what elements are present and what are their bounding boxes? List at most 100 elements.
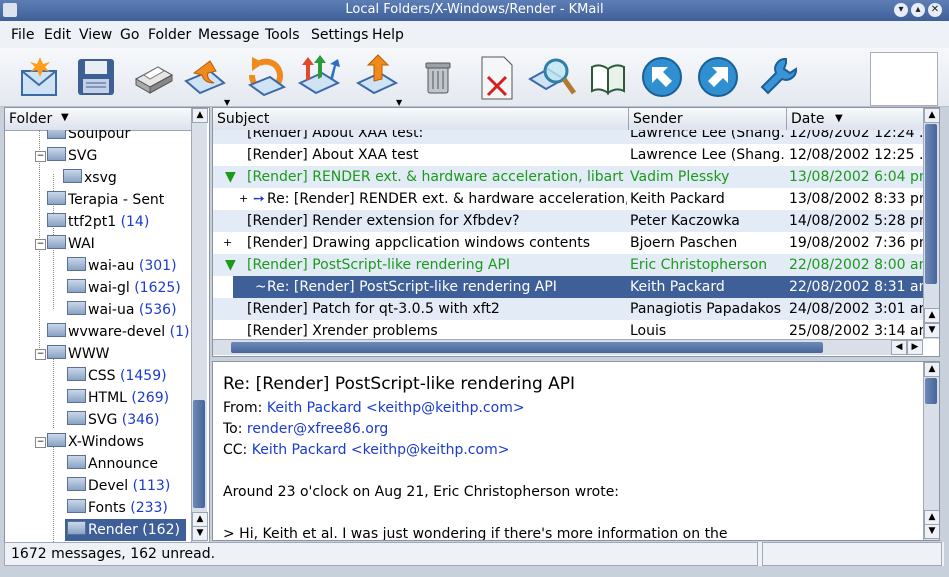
table-row[interactable]: + ➙ Re: [Render] RENDER ext. & hardware … <box>213 188 923 210</box>
cc-label: CC: <box>223 442 248 458</box>
thread-open-icon[interactable]: ▼ <box>225 254 245 276</box>
scroll-up-icon[interactable]: ▲ <box>924 108 939 123</box>
collapse-icon[interactable]: − <box>35 437 46 448</box>
scroll-down-icon[interactable]: ▼ <box>924 323 939 338</box>
scroll-thumb[interactable] <box>925 124 937 284</box>
table-row[interactable]: + [Render] Drawing appclication windows … <box>213 232 923 254</box>
reply-icon[interactable] <box>180 53 228 101</box>
sender-column-header[interactable]: Sender <box>629 108 787 131</box>
folder-item-x-windows[interactable]: X-Windows <box>47 431 144 453</box>
unread-count: (536) <box>138 302 177 318</box>
address-book-icon[interactable] <box>584 53 632 101</box>
close-icon[interactable]: ✕ <box>928 3 942 17</box>
expand-icon[interactable]: + <box>239 188 253 210</box>
date-column-header[interactable]: Date ▼ <box>787 108 924 131</box>
scroll-up-icon[interactable]: ▲ <box>924 362 939 377</box>
collapse-icon[interactable]: − <box>35 151 46 162</box>
table-row-selected[interactable]: ~ Re: [Render] PostScript-like rendering… <box>233 276 923 298</box>
folder-item-svg[interactable]: SVG <box>47 145 97 167</box>
subject-column-header[interactable]: Subject <box>213 108 629 131</box>
table-row[interactable]: [Render] Render extension for Xfbdev? Pe… <box>213 210 923 232</box>
scroll-up-icon[interactable]: ▲ <box>192 108 208 123</box>
scroll-up-icon[interactable]: ▲ <box>192 512 208 527</box>
previous-icon[interactable] <box>638 53 686 101</box>
folder-item-www[interactable]: WWW <box>47 343 110 365</box>
send-dropdown-icon[interactable]: ▼ <box>396 98 402 107</box>
reply-dropdown-icon[interactable]: ▼ <box>224 98 230 107</box>
folder-item-render[interactable]: Render (162) <box>65 519 186 541</box>
next-icon[interactable] <box>694 53 742 101</box>
scroll-thumb[interactable] <box>193 400 205 508</box>
folder-item-wai[interactable]: WAI <box>47 233 95 255</box>
menu-help[interactable]: Help <box>372 27 404 43</box>
scroll-up-icon[interactable]: ▲ <box>924 308 939 323</box>
menu-settings[interactable]: Settings <box>311 27 368 43</box>
scroll-thumb[interactable] <box>231 342 823 353</box>
folder-item-announce[interactable]: Announce <box>67 453 158 475</box>
scroll-down-icon[interactable]: ▼ <box>192 526 208 541</box>
table-row[interactable]: [Render] About XAA test Lawrence Lee (Sh… <box>213 144 923 166</box>
folder-label: CSS <box>88 368 116 384</box>
table-row[interactable]: [Render] Patch for qt-3.0.5 with xft2 Pa… <box>213 298 923 320</box>
new-message-icon[interactable] <box>16 53 64 101</box>
reader-scrollbar[interactable]: ▲ ▲ ▼ <box>923 362 939 540</box>
table-row[interactable]: ▼ [Render] RENDER ext. & hardware accele… <box>213 166 923 188</box>
scroll-down-icon[interactable]: ▼ <box>924 524 939 539</box>
folder-column-header[interactable]: Folder ▼ <box>5 108 192 131</box>
menu-edit[interactable]: Edit <box>44 27 71 43</box>
maximize-icon[interactable]: ▴ <box>911 3 925 17</box>
delete-icon[interactable] <box>472 53 520 101</box>
trash-icon[interactable] <box>414 53 462 101</box>
collapse-icon[interactable]: − <box>35 239 46 250</box>
folder-item-svg-www[interactable]: SVG (346) <box>67 409 159 431</box>
scroll-right-icon[interactable]: ▶ <box>907 340 923 355</box>
folder-item-soulpour[interactable]: Soulpour <box>47 130 130 145</box>
folder-scrollbar[interactable]: ▲ ▲ ▼ <box>191 108 208 542</box>
expand-icon[interactable]: + <box>223 232 237 254</box>
configure-icon[interactable] <box>756 53 804 101</box>
folder-item-html[interactable]: HTML (269) <box>67 387 169 409</box>
folder-item-wvware-devel[interactable]: wvware-devel (1) <box>47 321 189 343</box>
sort-down-icon: ▼ <box>61 112 69 123</box>
table-row[interactable]: [Render] Xrender problems Louis 25/08/20… <box>213 320 923 339</box>
save-icon[interactable] <box>72 53 120 101</box>
forward-icon[interactable] <box>296 53 344 101</box>
message-subject: Re: [Render] RENDER ext. & hardware acce… <box>267 191 627 207</box>
folder-item-fonts[interactable]: Fonts (233) <box>67 497 168 519</box>
undo-icon[interactable] <box>240 53 288 101</box>
folder-item-ttf2pt1[interactable]: ttf2pt1 (14) <box>47 211 149 233</box>
message-date: 25/08/2002 3:14 am <box>789 323 923 339</box>
from-link[interactable]: Keith Packard <keithp@keithp.com> <box>267 400 525 416</box>
message-list-vscrollbar[interactable]: ▲ ▲ ▼ <box>923 108 939 339</box>
folder-item-css[interactable]: CSS (1459) <box>67 365 167 387</box>
search-icon[interactable] <box>528 53 577 101</box>
menu-view[interactable]: View <box>79 27 112 43</box>
folder-item-devel[interactable]: Devel (113) <box>67 475 170 497</box>
collapse-icon[interactable]: − <box>35 349 46 360</box>
folder-item-terapia-sent[interactable]: Terapia - Sent <box>47 189 164 211</box>
menu-file[interactable]: File <box>11 27 34 43</box>
scroll-up-icon[interactable]: ▲ <box>924 510 939 525</box>
table-row[interactable]: [Render] About XAA test: Lawrence Lee (S… <box>213 130 923 144</box>
folder-label: wai-gl <box>88 280 130 296</box>
folder-icon <box>47 147 66 161</box>
to-link[interactable]: render@xfree86.org <box>247 421 388 437</box>
folder-item-xsvg[interactable]: xsvg <box>63 167 117 189</box>
menu-message[interactable]: Message <box>198 27 259 43</box>
folder-item-wai-au[interactable]: wai-au (301) <box>67 255 177 277</box>
menu-tools[interactable]: Tools <box>265 27 300 43</box>
minimize-icon[interactable]: ▾ <box>894 3 908 17</box>
thread-open-icon[interactable]: ▼ <box>225 166 245 188</box>
message-list-hscrollbar[interactable]: ◀ ▶ <box>213 339 923 355</box>
reader-cc: CC: Keith Packard <keithp@keithp.com> <box>223 442 509 458</box>
cc-link[interactable]: Keith Packard <keithp@keithp.com> <box>252 442 510 458</box>
table-row[interactable]: ▼ [Render] PostScript-like rendering API… <box>213 254 923 276</box>
send-icon[interactable] <box>354 53 402 101</box>
print-icon[interactable] <box>128 53 176 101</box>
scroll-left-icon[interactable]: ◀ <box>891 340 907 355</box>
menu-folder[interactable]: Folder <box>148 27 191 43</box>
scroll-thumb[interactable] <box>925 378 937 404</box>
folder-item-wai-ua[interactable]: wai-ua (536) <box>67 299 177 321</box>
folder-item-wai-gl[interactable]: wai-gl (1625) <box>67 277 181 299</box>
menu-go[interactable]: Go <box>120 27 139 43</box>
